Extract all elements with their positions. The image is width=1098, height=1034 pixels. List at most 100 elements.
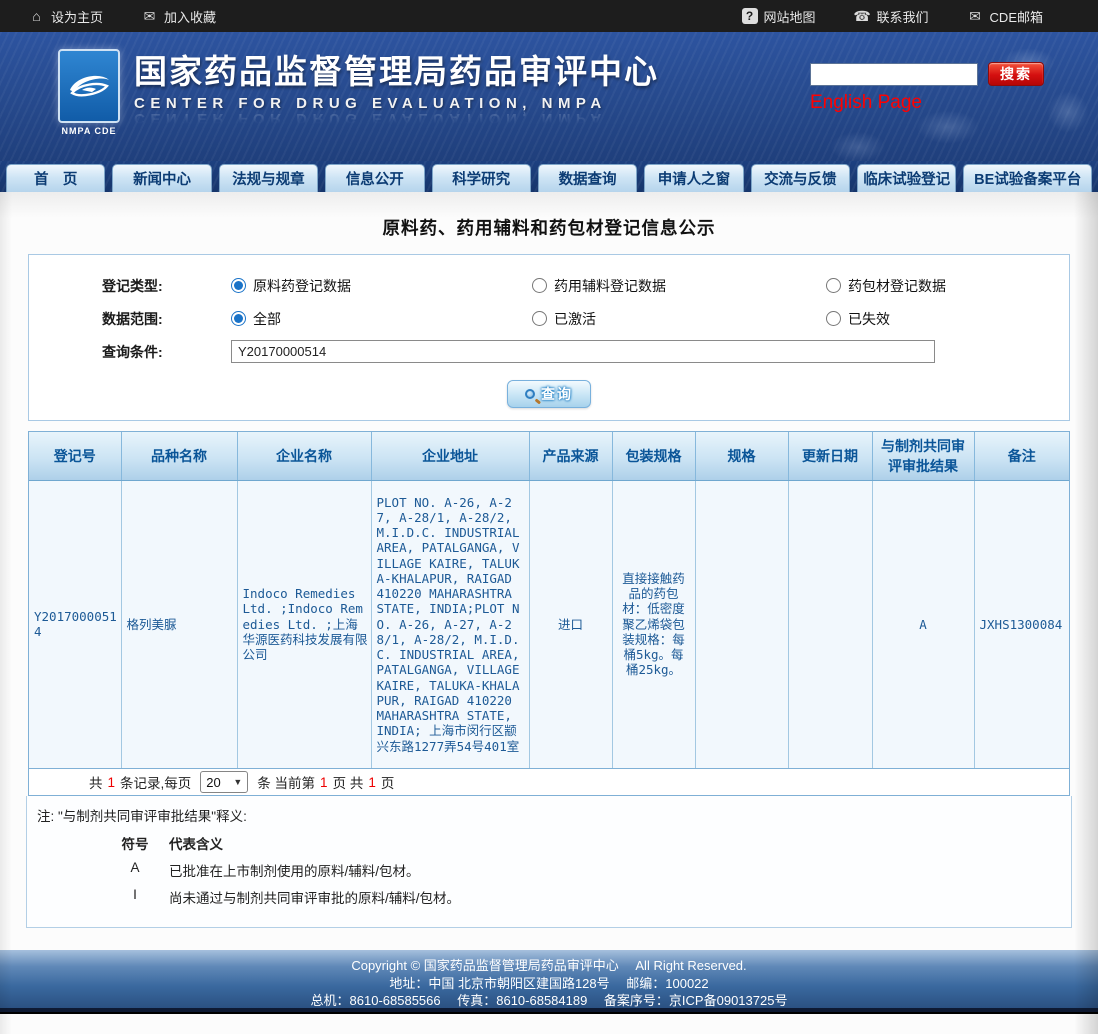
- main-content: 原料药、药用辅料和药包材登记信息公示 登记类型: 原料药登记数据 药用辅料登记数…: [0, 192, 1098, 1034]
- page-title: 原料药、药用辅料和药包材登记信息公示: [0, 192, 1098, 240]
- radio-packaging-data[interactable]: [826, 278, 841, 293]
- registration-type-label: 登记类型:: [102, 276, 231, 296]
- nmpa-cde-logo-icon: [58, 49, 120, 123]
- topbar-right-group: ? 网站地图 ☎ 联系我们 ✉ CDE邮箱: [742, 7, 1043, 26]
- note-title: 注: "与制剂共同审评审批结果"释义:: [37, 805, 1061, 825]
- radio-option-all[interactable]: 全部: [231, 309, 532, 329]
- nav-tab-science[interactable]: 科学研究: [432, 164, 531, 192]
- radio-expired[interactable]: [826, 311, 841, 326]
- legend-row-i: I 尚未通过与制剂共同审评审批的原料/辅料/包材。: [37, 887, 1061, 907]
- cell-company-name: Indoco Remedies Ltd. ;Indoco Remedies Lt…: [237, 480, 371, 768]
- contact-us-label: 联系我们: [877, 7, 929, 26]
- brand: NMPA CDE 国家药品监督管理局药品审评中心 CENTER FOR DRUG…: [56, 45, 659, 136]
- legend-row-a: A 已批准在上市制剂使用的原料/辅料/包材。: [37, 860, 1061, 880]
- radio-activated[interactable]: [532, 311, 547, 326]
- nav-tab-applicant-window[interactable]: 申请人之窗: [644, 164, 743, 192]
- radio-option-activated[interactable]: 已激活: [532, 309, 826, 329]
- footer-copyright: Copyright © 国家药品监督管理局药品审评中心 All Right Re…: [0, 957, 1098, 975]
- footer-contact: 总机：8610-68585566 传真：8610-68584189 备案序号：京…: [0, 992, 1098, 1010]
- site-title: 国家药品监督管理局药品审评中心: [134, 53, 659, 91]
- query-condition-row: 查询条件:: [29, 335, 1069, 368]
- logo-swoosh-icon: [66, 66, 112, 106]
- site-header: NMPA CDE 国家药品监督管理局药品审评中心 CENTER FOR DRUG…: [0, 32, 1098, 161]
- question-mark-icon: ?: [742, 8, 758, 24]
- right-edge-shadow: [1074, 192, 1098, 1034]
- cell-product-source: 进口: [529, 480, 612, 768]
- sitemap-label: 网站地图: [764, 7, 816, 26]
- col-header-product-name: 品种名称: [121, 432, 237, 480]
- query-button[interactable]: 查询: [507, 380, 591, 408]
- legend-header-meaning: 代表含义: [155, 833, 223, 853]
- nav-tab-home[interactable]: 首 页: [6, 164, 105, 192]
- col-header-company-address: 企业地址: [371, 432, 529, 480]
- nav-tab-feedback[interactable]: 交流与反馈: [751, 164, 850, 192]
- cell-review-result: A: [872, 480, 974, 768]
- header-search-input[interactable]: [810, 63, 978, 86]
- set-homepage-label: 设为主页: [51, 7, 103, 26]
- per-page-select[interactable]: 20 ▼: [200, 771, 248, 793]
- cell-spec: [695, 480, 788, 768]
- site-subtitle-reflection: CENTER FOR DRUG EVALUATION, NMPA: [134, 110, 659, 127]
- pagination-records-text: 条记录,每页: [120, 772, 191, 792]
- pagination-page-suffix: 页: [381, 772, 395, 792]
- table-row: Y20170000514 格列美脲 Indoco Remedies Ltd. ;…: [29, 480, 1069, 768]
- radio-excipient-data[interactable]: [532, 278, 547, 293]
- pagination-page-of-text: 页 共: [333, 772, 364, 792]
- contact-us-link[interactable]: ☎ 联系我们: [854, 7, 929, 26]
- legend-header: 符号 代表含义: [37, 833, 1061, 853]
- cell-remark: JXHS1300084: [974, 480, 1069, 768]
- cell-update-date: [788, 480, 872, 768]
- header-search-area: 搜索 English Page: [810, 62, 1070, 114]
- results-container: 登记号 品种名称 企业名称 企业地址 产品来源 包装规格 规格 更新日期 与制剂…: [28, 431, 1070, 796]
- col-header-reg-no: 登记号: [29, 432, 121, 480]
- cde-mailbox-label: CDE邮箱: [990, 7, 1043, 26]
- radio-packaging-data-label: 药包材登记数据: [848, 276, 946, 296]
- radio-all[interactable]: [231, 311, 246, 326]
- pagination-total-prefix: 共: [89, 772, 103, 792]
- per-page-value: 20: [206, 775, 220, 790]
- nav-tab-regulations[interactable]: 法规与规章: [219, 164, 318, 192]
- home-icon: ⌂: [28, 9, 45, 24]
- results-table: 登记号 品种名称 企业名称 企业地址 产品来源 包装规格 规格 更新日期 与制剂…: [29, 432, 1069, 768]
- query-button-label: 查询: [541, 384, 573, 404]
- cell-company-address: PLOT NO. A-26, A-27, A-28/1, A-28/2, M.I…: [371, 480, 529, 768]
- col-header-company-name: 企业名称: [237, 432, 371, 480]
- footer: Copyright © 国家药品监督管理局药品审评中心 All Right Re…: [0, 950, 1098, 1008]
- col-header-product-source: 产品来源: [529, 432, 612, 480]
- english-page-link[interactable]: English Page: [810, 92, 922, 114]
- pagination-total-pages: 1: [368, 775, 376, 790]
- pagination-total-records: 1: [108, 775, 116, 790]
- nav-tab-be-platform[interactable]: BE试验备案平台: [963, 164, 1092, 192]
- sitemap-link[interactable]: ? 网站地图: [742, 7, 816, 26]
- nav-tab-clinical-trial[interactable]: 临床试验登记: [857, 164, 956, 192]
- legend-symbol-a: A: [115, 860, 155, 880]
- nav-tab-news[interactable]: 新闻中心: [112, 164, 211, 192]
- legend-symbol-i: I: [115, 887, 155, 907]
- radio-option-packaging-data[interactable]: 药包材登记数据: [826, 276, 946, 296]
- add-favorite-link[interactable]: ✉ 加入收藏: [141, 7, 216, 26]
- nav-tab-info-disclosure[interactable]: 信息公开: [325, 164, 424, 192]
- radio-expired-label: 已失效: [848, 309, 890, 329]
- radio-api-data[interactable]: [231, 278, 246, 293]
- set-homepage-link[interactable]: ⌂ 设为主页: [28, 7, 103, 26]
- legend-header-symbol: 符号: [115, 833, 155, 853]
- radio-option-api-data[interactable]: 原料药登记数据: [231, 276, 532, 296]
- header-search-button[interactable]: 搜索: [988, 62, 1044, 86]
- logo[interactable]: NMPA CDE: [56, 45, 122, 136]
- query-condition-label: 查询条件:: [102, 342, 231, 362]
- query-condition-input[interactable]: [231, 340, 935, 363]
- notes-box: 注: "与制剂共同审评审批结果"释义: 符号 代表含义 A 已批准在上市制剂使用…: [26, 796, 1072, 928]
- magnifier-icon: [525, 389, 535, 399]
- registration-type-row: 登记类型: 原料药登记数据 药用辅料登记数据 药包材登记数据: [29, 269, 1069, 302]
- cde-mailbox-link[interactable]: ✉ CDE邮箱: [967, 7, 1043, 26]
- radio-activated-label: 已激活: [554, 309, 596, 329]
- logo-caption: NMPA CDE: [56, 126, 122, 136]
- radio-all-label: 全部: [253, 309, 281, 329]
- col-header-packaging-spec: 包装规格: [612, 432, 695, 480]
- nav-tab-data-query[interactable]: 数据查询: [538, 164, 637, 192]
- col-header-review-result: 与制剂共同审评审批结果: [872, 432, 974, 480]
- radio-option-expired[interactable]: 已失效: [826, 309, 890, 329]
- radio-option-excipient-data[interactable]: 药用辅料登记数据: [532, 276, 826, 296]
- data-scope-row: 数据范围: 全部 已激活 已失效: [29, 302, 1069, 335]
- radio-api-data-label: 原料药登记数据: [253, 276, 351, 296]
